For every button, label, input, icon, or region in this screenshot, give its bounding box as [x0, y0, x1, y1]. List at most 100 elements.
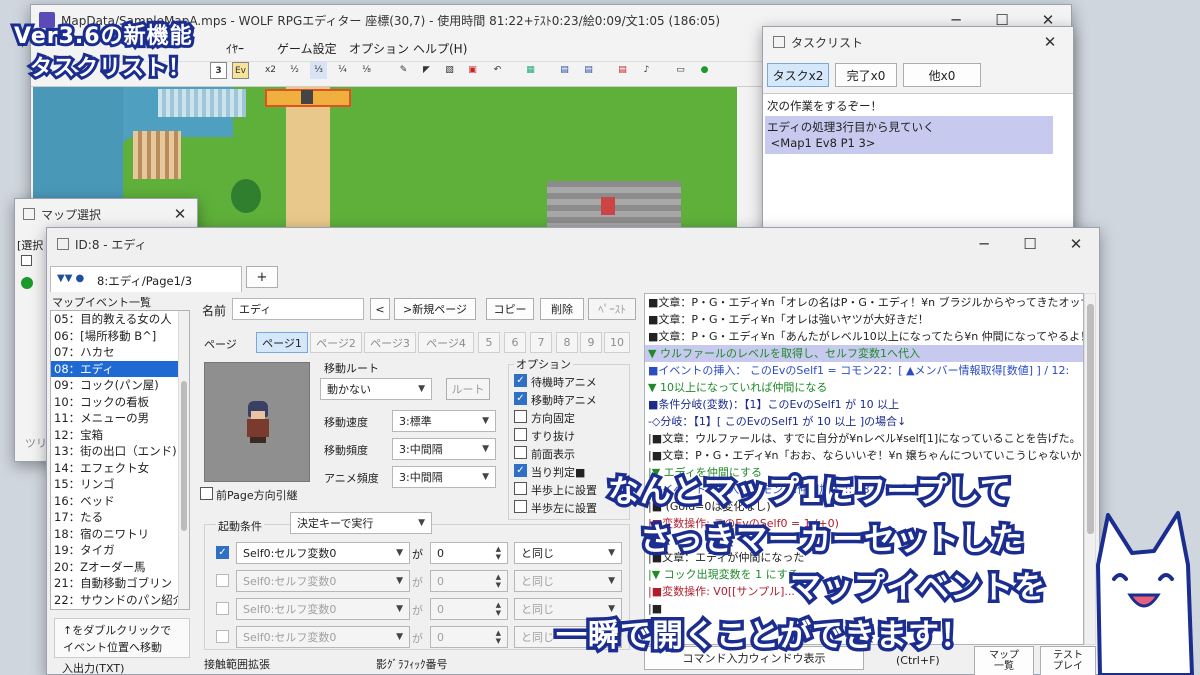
option-checkbox[interactable] [514, 500, 527, 513]
event-list[interactable]: 05：目的教える女の人 06：[場所移動 B^] 07：ハカセ 08：エディ 09：コッ… [50, 310, 190, 610]
add-page-tab[interactable]: + [246, 266, 278, 288]
event-list-item[interactable]: 23：合成音声魔法使い [51, 608, 189, 609]
window-icon[interactable]: ▭ [672, 62, 689, 79]
command-line[interactable]: ■文章：P・G・エディ¥n「オレは強いヤツが大好きだ！ [645, 311, 1083, 328]
move-freq-select[interactable]: 3:中間隔 ▼ [392, 438, 496, 460]
map-tree-checkbox[interactable] [21, 255, 32, 266]
option-checkbox[interactable]: ✓ [514, 464, 527, 477]
option-checkbox[interactable]: ✓ [514, 374, 527, 387]
trigger-select[interactable]: 決定キーで実行 ▼ [290, 512, 432, 534]
event-list-item[interactable]: 21：自動移動ゴブリン [51, 575, 189, 592]
menu-layer[interactable]: ｲﾔｰ [226, 40, 244, 57]
command-line[interactable]: ■文章：P・G・エディ¥n「オレの名はP・G・エディ！¥n ブラジルからやってき… [645, 294, 1083, 311]
condition-checkbox[interactable] [216, 630, 229, 643]
page-10-tab[interactable]: 10 [604, 332, 630, 353]
new-page-button[interactable]: >新規ページ [394, 298, 476, 320]
route-button[interactable]: ルート [446, 378, 490, 400]
event-list-item[interactable]: 08：エディ [51, 360, 189, 377]
condition-value-spin[interactable]: 0 ▲ ▼ [430, 570, 508, 592]
command-line[interactable]: -◇分岐：【1】[ このEvのSelf1 が 10 以上 ]の場合↓ [645, 413, 1083, 430]
condition-checkbox[interactable]: ✓ [216, 546, 229, 559]
command-line[interactable]: ■条件分岐(変数)：【1】このEvのSelf1 が 10 以上 [645, 396, 1083, 413]
task-tab-done[interactable]: 完了x0 [835, 63, 897, 87]
task-item-1[interactable]: 次の作業をするぞー！ [767, 98, 882, 114]
pencil-icon[interactable]: ✎ [395, 62, 412, 79]
move-speed-select[interactable]: 3:標準 ▼ [392, 410, 496, 432]
event-graphic-preview[interactable] [204, 362, 310, 482]
condition-value-spin[interactable]: 0 ▲ ▼ [430, 542, 508, 564]
anim-freq-select[interactable]: 3:中間隔 ▼ [392, 466, 496, 488]
task-close-button[interactable]: ✕ [1027, 27, 1073, 57]
page-5-tab[interactable]: 5 [478, 332, 500, 353]
command-line[interactable]: ■イベントの挿入： このEvのSelf1 = コモン22：[ ▲メンバー情報取得… [645, 362, 1083, 379]
option-checkbox[interactable] [514, 446, 527, 459]
event-list-scrollbar[interactable] [178, 311, 189, 609]
event-list-item[interactable]: 13：街の出口（エンド) [51, 443, 189, 460]
move-route-select[interactable]: 動かない ▼ [320, 378, 432, 400]
page-tab-active[interactable]: ▼▼ ● 8:エディ/Page1/3 [50, 266, 242, 292]
condition-variable-select[interactable]: Self0:セルフ変数0 ▼ [236, 542, 410, 564]
event-minimize-button[interactable]: ─ [961, 228, 1007, 260]
event-list-item[interactable]: 11：メニューの男 [51, 410, 189, 427]
page-3-tab[interactable]: ページ3 [364, 332, 416, 353]
paste-button[interactable]: ﾍﾟｰｽﾄ [588, 298, 636, 320]
page-7-tab[interactable]: 7 [530, 332, 552, 353]
menu-help[interactable]: ヘルプ(H) [413, 40, 467, 57]
zoom-third-icon[interactable]: ⅓ [310, 62, 327, 79]
prev-page-button[interactable]: < [370, 298, 390, 320]
task-tab-todo[interactable]: タスクx2 [767, 63, 829, 87]
tile-icon[interactable]: ▦ [522, 62, 539, 79]
event-list-item[interactable]: 19：タイガ [51, 542, 189, 559]
event-list-item[interactable]: 18：宿のニワトリ [51, 526, 189, 543]
option-checkbox[interactable] [514, 428, 527, 441]
condition-variable-select[interactable]: Self0:セルフ変数0 ▼ [236, 598, 410, 620]
command-line[interactable]: |■文章：P・G・エディ¥n「おお、ならいいぞ！¥n 嬢ちゃんについていこうじゃ… [645, 447, 1083, 464]
delete-button[interactable]: 削除 [540, 298, 584, 320]
event-list-item[interactable]: 06：[場所移動 B^] [51, 328, 189, 345]
page-2-tab[interactable]: ページ2 [310, 332, 362, 353]
event-list-item[interactable]: 12：宝箱 [51, 427, 189, 444]
page-1-tab[interactable]: ページ1 [256, 332, 308, 353]
condition-checkbox[interactable] [216, 602, 229, 615]
copy-button[interactable]: コピー [486, 298, 534, 320]
task-tab-other[interactable]: 他x0 [903, 63, 981, 87]
condition-value-spin[interactable]: 0 ▲ ▼ [430, 626, 508, 648]
condition-operator-select[interactable]: と同じ ▼ [514, 542, 622, 564]
menu-options[interactable]: オプション [349, 40, 409, 57]
code-scroll-thumb[interactable] [1087, 304, 1094, 534]
page-6-tab[interactable]: 6 [504, 332, 526, 353]
page-8-tab[interactable]: 8 [556, 332, 578, 353]
condition-variable-select[interactable]: Self0:セルフ変数0 ▼ [236, 626, 410, 648]
condition-checkbox[interactable] [216, 574, 229, 587]
sys-db-icon[interactable]: ▤ [556, 62, 573, 79]
command-line[interactable]: |■文章：ウルファールは、すでに自分が¥nレベル¥self[1]になっていること… [645, 430, 1083, 447]
page-9-tab[interactable]: 9 [580, 332, 602, 353]
event-list-item[interactable]: 05：目的教える女の人 [51, 311, 189, 328]
event-close-button[interactable]: ✕ [1053, 228, 1099, 260]
event-maximize-button[interactable]: ☐ [1007, 228, 1053, 260]
eng-icon[interactable]: ▤ [580, 62, 597, 79]
zoom-eighth-icon[interactable]: ⅛ [358, 62, 375, 79]
menu-game-settings[interactable]: ゲーム設定 [277, 40, 337, 57]
event-list-item[interactable]: 22：サウンドのパン紹介 [51, 592, 189, 609]
sys-icon[interactable]: ▤ [614, 62, 631, 79]
sound-icon[interactable]: ♪ [638, 62, 655, 79]
event-list-item[interactable]: 16：ベッド [51, 493, 189, 510]
event-list-item[interactable]: 15：リンゴ [51, 476, 189, 493]
event-list-scroll-thumb[interactable] [181, 381, 187, 531]
prev-page-dir-checkbox[interactable] [200, 487, 213, 500]
fill-icon[interactable]: ◤ [418, 62, 435, 79]
option-checkbox[interactable] [514, 482, 527, 495]
io-txt-label[interactable]: 入出力(TXT) [62, 660, 124, 675]
option-checkbox[interactable] [514, 410, 527, 423]
command-line[interactable]: ■文章：P・G・エディ¥n「あんたがレベル10以上になってたら¥n 仲間になって… [645, 328, 1083, 345]
event-list-item[interactable]: 07：ハカセ [51, 344, 189, 361]
database-icon[interactable]: ▣ [464, 62, 481, 79]
name-input[interactable]: エディ [232, 298, 364, 320]
condition-variable-select[interactable]: Self0:セルフ変数0 ▼ [236, 570, 410, 592]
event-list-item[interactable]: 20：Zオーダー馬 [51, 559, 189, 576]
page-4-tab[interactable]: ページ4 [418, 332, 474, 353]
event-list-item[interactable]: 10：コックの看板 [51, 394, 189, 411]
event-list-item[interactable]: 17：たる [51, 509, 189, 526]
zoom-x2-icon[interactable]: x2 [262, 62, 279, 79]
